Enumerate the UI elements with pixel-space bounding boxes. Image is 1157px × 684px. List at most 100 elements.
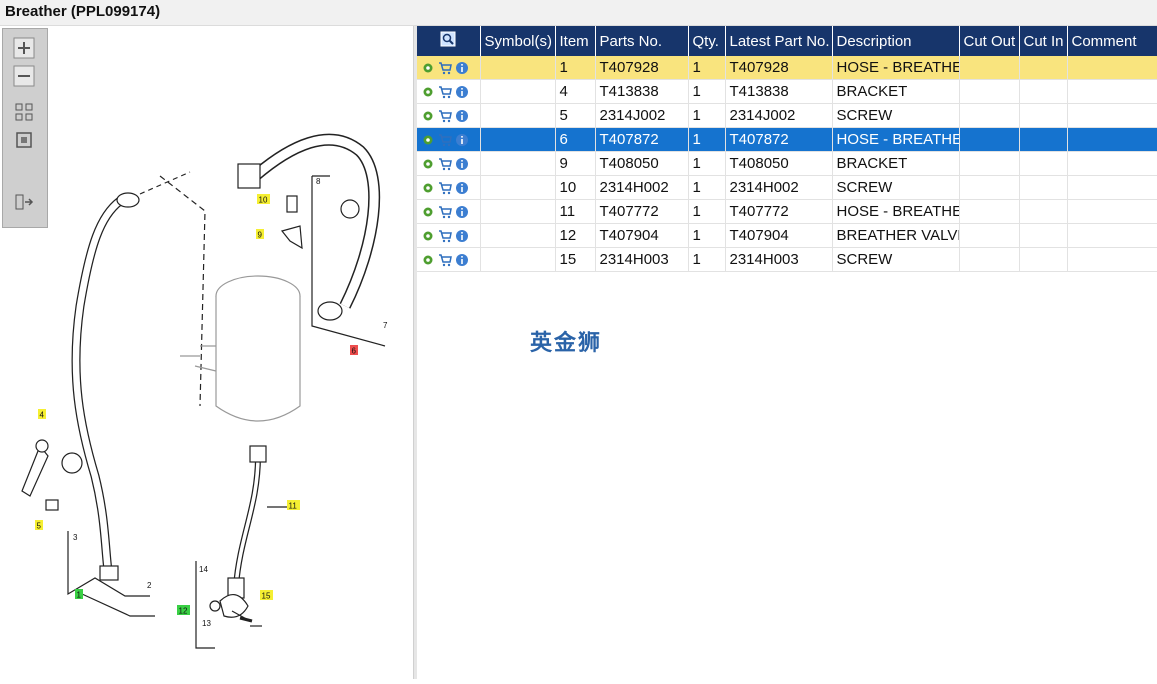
cell-item: 1 — [555, 56, 596, 80]
column-header-cut-in[interactable]: Cut In — [1019, 26, 1068, 56]
callout-4[interactable]: 4 — [40, 411, 45, 420]
fit-to-window-icon[interactable] — [13, 101, 35, 123]
gear-icon[interactable] — [421, 229, 435, 243]
info-icon[interactable] — [455, 157, 469, 171]
cell-cut-out — [959, 103, 1020, 128]
cell-part-number: 2314H003 — [595, 247, 689, 272]
column-header-qty[interactable]: Qty. — [688, 26, 726, 56]
column-header-comment[interactable]: Comment — [1067, 26, 1157, 56]
table-row[interactable]: 6T4078721T407872HOSE - BREATHER — [417, 127, 1157, 152]
gear-icon[interactable] — [421, 181, 435, 195]
cart-icon[interactable] — [438, 133, 452, 147]
table-row[interactable]: 4 T413838 1 T413838 BRACKET — [417, 79, 1157, 104]
window-title-bar: Breather (PPL099174) — [0, 0, 1157, 26]
cell-comment — [1067, 56, 1157, 80]
cell-cut-in — [1019, 56, 1068, 80]
table-row[interactable]: 1T4079281T407928HOSE - BREATHER — [417, 56, 1157, 80]
column-header-latest-part-no[interactable]: Latest Part No. — [725, 26, 833, 56]
callout-3: 3 — [73, 533, 78, 542]
find-in-diagram-icon[interactable] — [440, 31, 456, 47]
info-icon[interactable] — [455, 85, 469, 99]
page-title: Breather (PPL099174) — [5, 3, 161, 20]
cell-symbols — [480, 127, 556, 152]
column-header-parts-no[interactable]: Parts No. — [595, 26, 689, 56]
cell-cut-in — [1019, 127, 1068, 152]
row-actions — [417, 56, 481, 80]
table-row[interactable]: 5 2314J002 1 2314J002 SCREW — [417, 103, 1157, 128]
zoom-out-icon[interactable] — [13, 65, 35, 87]
cart-icon[interactable] — [438, 229, 452, 243]
callout-9[interactable]: 9 — [258, 231, 263, 240]
table-row[interactable]: 15 2314H003 1 2314H003 SCREW — [417, 247, 1157, 272]
cart-icon[interactable] — [438, 61, 452, 75]
cell-item: 12 — [555, 223, 596, 248]
info-icon[interactable] — [455, 109, 469, 123]
cart-icon[interactable] — [438, 157, 452, 171]
cart-icon[interactable] — [438, 109, 452, 123]
cell-comment — [1067, 127, 1157, 152]
callout-6[interactable]: 6 — [352, 347, 357, 356]
cell-part-number: T407872 — [595, 127, 689, 152]
callout-15[interactable]: 15 — [262, 592, 271, 601]
zoom-in-icon[interactable] — [13, 37, 35, 59]
row-actions — [417, 79, 481, 104]
info-icon[interactable] — [455, 253, 469, 267]
info-icon[interactable] — [455, 181, 469, 195]
table-row[interactable]: 9 T408050 1 T408050 BRACKET — [417, 151, 1157, 176]
callout-11[interactable]: 11 — [289, 502, 298, 511]
column-header-symbol-s[interactable]: Symbol(s) — [480, 26, 556, 56]
info-icon[interactable] — [455, 133, 469, 147]
cart-icon[interactable] — [438, 181, 452, 195]
gear-icon[interactable] — [421, 133, 435, 147]
info-icon[interactable] — [455, 61, 469, 75]
table-row[interactable]: 12 T407904 1 T407904 BREATHER VALVE — [417, 223, 1157, 248]
table-body: 1T4079281T407928HOSE - BREATHER4T4138381… — [417, 56, 1157, 272]
callout-12[interactable]: 12 — [179, 607, 188, 616]
cell-description: HOSE - BREATHER — [832, 127, 960, 152]
cell-latest-part-number: T407904 — [725, 223, 833, 248]
callout-14: 14 — [199, 565, 208, 574]
cell-part-number: T408050 — [595, 151, 689, 176]
cell-cut-out — [959, 175, 1020, 200]
info-icon[interactable] — [455, 205, 469, 219]
exploded-diagram[interactable]: 4 5 3 1 2 10 9 8 7 6 11 14 12 13 15 — [0, 26, 413, 679]
callout-10[interactable]: 10 — [259, 196, 268, 205]
cart-icon[interactable] — [438, 253, 452, 267]
gear-icon[interactable] — [421, 85, 435, 99]
diagram-toolbox — [2, 28, 48, 228]
table-row[interactable]: 10 2314H002 1 2314H002 SCREW — [417, 175, 1157, 200]
table-row[interactable]: 11T4077721T407772HOSE - BREATHER — [417, 199, 1157, 224]
callout-1[interactable]: 1 — [77, 591, 82, 600]
cell-description: HOSE - BREATHER — [832, 199, 960, 224]
cart-icon[interactable] — [438, 85, 452, 99]
cell-item: 10 — [555, 175, 596, 200]
cell-comment — [1067, 151, 1157, 176]
callout-13: 13 — [202, 619, 211, 628]
gear-icon[interactable] — [421, 61, 435, 75]
cell-part-number: 2314J002 — [595, 103, 689, 128]
cell-latest-part-number: 2314H003 — [725, 247, 833, 272]
info-icon[interactable] — [455, 229, 469, 243]
callout-7: 7 — [383, 321, 388, 330]
cell-comment — [1067, 199, 1157, 224]
gear-icon[interactable] — [421, 253, 435, 267]
watermark-text: 英金狮 — [530, 331, 603, 356]
cell-comment — [1067, 223, 1157, 248]
exploded-diagram-pane[interactable]: 4 5 3 1 2 10 9 8 7 6 11 14 12 13 15 — [0, 26, 413, 679]
column-header-item[interactable]: Item — [555, 26, 596, 56]
gear-icon[interactable] — [421, 205, 435, 219]
column-header-description[interactable]: Description — [832, 26, 960, 56]
callout-5[interactable]: 5 — [37, 522, 42, 531]
cell-description: BRACKET — [832, 79, 960, 104]
cart-icon[interactable] — [438, 205, 452, 219]
actual-size-icon[interactable] — [13, 129, 35, 151]
column-header-actions[interactable] — [417, 26, 481, 56]
column-header-cut-out[interactable]: Cut Out — [959, 26, 1020, 56]
gear-icon[interactable] — [421, 109, 435, 123]
cell-comment — [1067, 79, 1157, 104]
export-icon[interactable] — [13, 191, 35, 213]
gear-icon[interactable] — [421, 157, 435, 171]
cell-item: 9 — [555, 151, 596, 176]
cell-latest-part-number: T407928 — [725, 56, 833, 80]
row-actions — [417, 247, 481, 272]
